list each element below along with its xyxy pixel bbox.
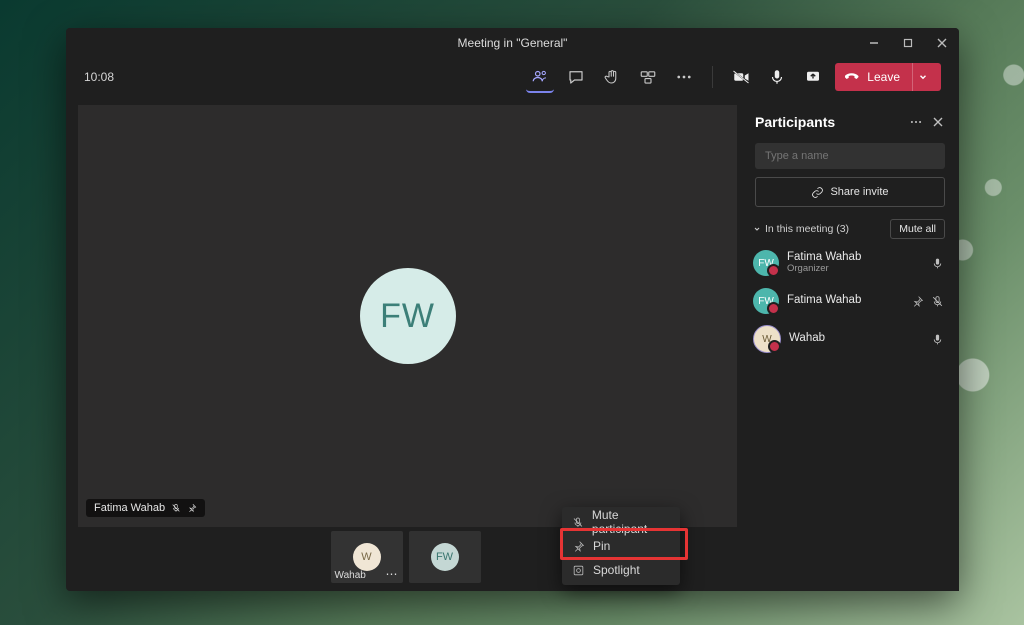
breakout-rooms-button[interactable]	[634, 63, 662, 91]
mute-all-button[interactable]: Mute all	[890, 219, 945, 239]
pin-icon	[572, 540, 585, 553]
thumbnail-more-button[interactable]: ⋯	[386, 567, 399, 581]
presence-dot	[767, 264, 780, 277]
chevron-down-icon	[918, 72, 928, 82]
video-stage: FW Fatima Wahab	[78, 105, 737, 527]
chat-button[interactable]	[562, 63, 590, 91]
raise-hand-button[interactable]	[598, 63, 626, 91]
mic-off-indicator[interactable]	[927, 291, 947, 311]
pinned-name-chip: Fatima Wahab	[86, 499, 205, 517]
panel-close-button[interactable]	[927, 111, 949, 133]
pin-indicator[interactable]	[907, 291, 927, 311]
meeting-duration: 10:08	[84, 70, 114, 84]
share-icon	[804, 68, 822, 86]
pinned-name-label: Fatima Wahab	[94, 502, 165, 514]
spotlight-icon	[572, 564, 585, 577]
leave-button[interactable]: Leave	[835, 63, 941, 91]
menu-pin[interactable]: Pin	[562, 534, 680, 558]
participant-avatar: W	[753, 325, 781, 353]
rooms-icon	[639, 68, 657, 86]
thumbnail-avatar: W	[353, 543, 381, 571]
mic-icon	[931, 333, 944, 346]
thumbnail-avatar: FW	[431, 543, 459, 571]
participant-thumbnail[interactable]: FW	[409, 531, 481, 583]
leave-options-chevron[interactable]	[912, 63, 933, 91]
participant-thumbnail[interactable]: W Wahab ⋯	[331, 531, 403, 583]
meeting-window: Meeting in "General" 10:08 Leave	[66, 28, 959, 591]
close-icon	[932, 116, 944, 128]
mic-indicator[interactable]	[927, 329, 947, 349]
pin-icon	[187, 503, 197, 513]
close-icon	[936, 37, 948, 49]
link-icon	[811, 186, 824, 199]
search-input[interactable]	[763, 149, 937, 163]
section-in-meeting[interactable]: In this meeting (3)	[753, 223, 890, 235]
people-icon	[531, 67, 549, 85]
share-screen-button[interactable]	[799, 63, 827, 91]
close-button[interactable]	[925, 28, 959, 58]
participant-context-menu: Mute participant Pin Spotlight	[562, 507, 680, 585]
participant-row[interactable]: FW Fatima Wahab	[749, 283, 949, 319]
participant-row[interactable]: W Wahab	[749, 321, 949, 357]
mic-off-icon	[572, 516, 584, 529]
panel-title: Participants	[749, 114, 905, 130]
participant-list: FWFatima WahabOrganizerFWFatima WahabWWa…	[749, 245, 949, 357]
presence-dot	[768, 340, 781, 353]
participant-row[interactable]: FWFatima WahabOrganizer	[749, 245, 949, 281]
mic-off-icon	[931, 295, 944, 308]
main-participant-avatar: FW	[360, 268, 456, 364]
more-icon	[909, 115, 923, 129]
hangup-icon	[845, 70, 859, 84]
maximize-button[interactable]	[891, 28, 925, 58]
thumbnail-strip: W Wahab ⋯ FW Mute participant	[66, 531, 745, 591]
panel-more-button[interactable]	[905, 111, 927, 133]
titlebar: Meeting in "General"	[66, 28, 959, 58]
mic-icon	[768, 68, 786, 86]
chat-icon	[567, 68, 585, 86]
minimize-button[interactable]	[857, 28, 891, 58]
toolbar-separator	[712, 66, 713, 88]
more-icon	[675, 68, 693, 86]
participant-avatar: FW	[753, 288, 779, 314]
participant-role: Organizer	[787, 264, 861, 275]
mic-toggle[interactable]	[763, 63, 791, 91]
participant-search[interactable]	[755, 143, 945, 169]
menu-mute-participant[interactable]: Mute participant	[562, 510, 680, 534]
minimize-icon	[868, 37, 880, 49]
participant-name: Fatima Wahab	[787, 294, 861, 307]
participant-name: Wahab	[789, 332, 825, 345]
more-actions-button[interactable]	[670, 63, 698, 91]
participants-panel: Participants Share invite In this meetin…	[745, 97, 959, 591]
meeting-toolbar: 10:08 Leave	[66, 58, 959, 97]
pin-icon	[911, 295, 924, 308]
window-title: Meeting in "General"	[458, 36, 568, 50]
chevron-down-icon	[753, 225, 761, 233]
menu-spotlight[interactable]: Spotlight	[562, 558, 680, 582]
window-controls	[857, 28, 959, 58]
mic-indicator[interactable]	[927, 253, 947, 273]
mic-icon	[931, 257, 944, 270]
camera-toggle[interactable]	[727, 63, 755, 91]
participant-avatar: FW	[753, 250, 779, 276]
maximize-icon	[902, 37, 914, 49]
presence-dot	[767, 302, 780, 315]
mic-off-icon	[171, 503, 181, 513]
camera-off-icon	[732, 68, 750, 86]
thumbnail-label: Wahab	[335, 570, 366, 581]
share-invite-button[interactable]: Share invite	[755, 177, 945, 207]
hand-icon	[603, 68, 621, 86]
participants-button[interactable]	[526, 62, 554, 93]
leave-label: Leave	[867, 70, 900, 84]
desktop-background: Meeting in "General" 10:08 Leave	[0, 0, 1024, 625]
